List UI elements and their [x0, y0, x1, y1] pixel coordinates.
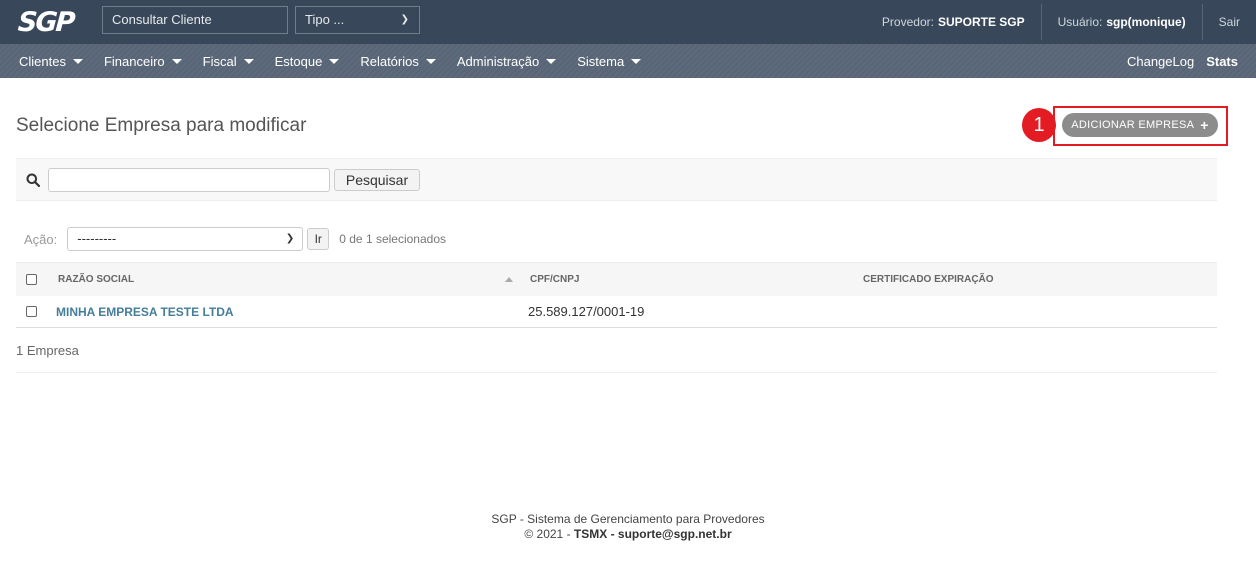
tipo-select-value: Tipo ... — [305, 12, 345, 27]
row-checkbox[interactable] — [26, 306, 37, 317]
add-company-label: ADICIONAR EMPRESA — [1071, 119, 1195, 131]
nav-label: Fiscal — [202, 53, 237, 69]
column-certificado-expiracao[interactable]: CERTIFICADO EXPIRAÇÃO — [863, 263, 994, 297]
plus-icon: + — [1200, 117, 1209, 133]
caret-down-icon — [243, 58, 254, 64]
table-row: MINHA EMPRESA TESTE LTDA 25.589.127/0001… — [16, 296, 1217, 328]
nav-estoque[interactable]: Estoque — [275, 54, 340, 69]
page-title: Selecione Empresa para modificar — [16, 115, 307, 136]
action-label: Ação: — [24, 231, 58, 247]
footer: SGP - Sistema de Gerenciamento para Prov… — [0, 512, 1256, 542]
nav-label: Financeiro — [103, 53, 165, 69]
search-toolbar: Pesquisar — [16, 158, 1217, 201]
selected-count: 0 de 1 selecionados — [339, 232, 446, 246]
add-company-button[interactable]: ADICIONAR EMPRESA + — [1062, 113, 1218, 137]
nav-label: Estoque — [274, 53, 323, 69]
result-count: 1 Empresa — [16, 329, 1217, 373]
nav-label: Relatórios — [360, 53, 419, 69]
provider-info: Provedor: SUPORTE SGP — [866, 4, 1041, 40]
go-button[interactable]: Ir — [307, 228, 330, 250]
footer-copyright: © 2021 - — [524, 527, 571, 541]
column-razao-social[interactable]: RAZÃO SOCIAL — [58, 263, 134, 297]
callout-badge: 1 — [1022, 108, 1056, 142]
caret-down-icon — [631, 58, 642, 64]
caret-down-icon — [171, 58, 182, 64]
nav-clientes[interactable]: Clientes — [19, 54, 83, 69]
sgp-logo[interactable]: SGP — [17, 7, 75, 38]
header-user-area: Provedor: SUPORTE SGP Usuário: sgp(moniq… — [866, 0, 1256, 44]
nav-label: Sistema — [577, 53, 625, 69]
nav-relatorios[interactable]: Relatórios — [360, 54, 436, 69]
company-link[interactable]: MINHA EMPRESA TESTE LTDA — [56, 296, 234, 328]
provider-name: SUPORTE SGP — [937, 15, 1025, 29]
caret-down-icon — [546, 58, 557, 64]
sort-asc-icon[interactable] — [505, 277, 513, 282]
footer-contact: TSMX - suporte@sgp.net.br — [573, 527, 732, 541]
actions-bar: Ação: --------- ❯ Ir 0 de 1 selecionados — [24, 227, 446, 251]
nav-financeiro[interactable]: Financeiro — [104, 54, 182, 69]
search-icon — [26, 173, 40, 187]
select-all-checkbox[interactable] — [26, 274, 37, 285]
search-button[interactable]: Pesquisar — [334, 169, 420, 191]
top-header: SGP Consultar Cliente Tipo ... ❯ Provedo… — [0, 0, 1256, 44]
nav-fiscal[interactable]: Fiscal — [203, 54, 254, 69]
chevron-down-icon: ❯ — [285, 233, 295, 244]
nav-label: Clientes — [19, 53, 66, 69]
column-cpf-cnpj[interactable]: CPF/CNPJ — [530, 263, 579, 297]
footer-line1: SGP - Sistema de Gerenciamento para Prov… — [491, 512, 765, 526]
nav-administracao[interactable]: Administração — [456, 53, 557, 69]
consult-client-input[interactable]: Consultar Cliente — [102, 6, 288, 34]
user-info: Usuário: sgp(monique) — [1040, 4, 1202, 40]
footer-line2: © 2021 - TSMX - suporte@sgp.net.br — [0, 527, 1256, 542]
tipo-select[interactable]: Tipo ... ❯ — [295, 6, 420, 34]
provider-label: Provedor: — [881, 15, 934, 29]
nav-sistema[interactable]: Sistema — [577, 53, 642, 69]
user-label: Usuário: — [1057, 15, 1103, 29]
nav-label: Administração — [456, 53, 540, 69]
caret-down-icon — [72, 58, 83, 64]
caret-down-icon — [425, 58, 436, 64]
user-name: sgp(monique) — [1106, 15, 1186, 29]
main-nav: Clientes Financeiro Fiscal Estoque Relat… — [0, 44, 1256, 78]
chevron-down-icon: ❯ — [400, 14, 409, 25]
changelog-link[interactable]: ChangeLog — [1127, 54, 1194, 69]
caret-down-icon — [329, 58, 340, 64]
action-select[interactable]: --------- ❯ — [67, 227, 304, 251]
cpf-cnpj-value: 25.589.127/0001-19 — [528, 304, 645, 319]
table-header: RAZÃO SOCIAL CPF/CNPJ CERTIFICADO EXPIRA… — [16, 262, 1217, 296]
stats-link[interactable]: Stats — [1206, 54, 1238, 69]
action-select-value: --------- — [77, 231, 117, 246]
logout-link[interactable]: Sair — [1201, 4, 1256, 40]
search-input[interactable] — [48, 168, 330, 192]
